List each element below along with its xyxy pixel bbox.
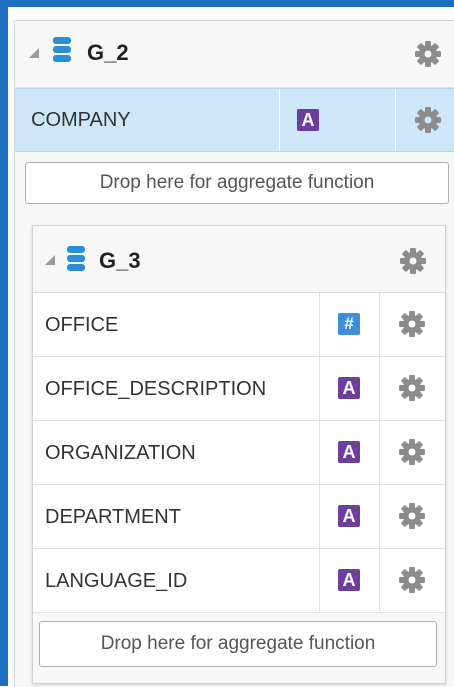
aggregate-drop-zone[interactable]: Drop here for aggregate function: [39, 621, 437, 667]
gear-icon[interactable]: [398, 310, 426, 338]
collapse-triangle-icon[interactable]: [45, 255, 55, 265]
field-row-language-id[interactable]: LANGUAGE_ID A: [33, 549, 445, 613]
gear-icon[interactable]: [398, 374, 426, 402]
gear-icon[interactable]: [414, 106, 442, 134]
field-name: ORGANIZATION: [45, 442, 196, 464]
collapse-triangle-icon[interactable]: [29, 48, 39, 58]
numeric-type-icon: #: [338, 313, 360, 335]
alphanumeric-type-icon: A: [338, 505, 360, 527]
group-header-g2[interactable]: G_2: [15, 21, 454, 88]
column-divider: [319, 357, 320, 420]
field-name: OFFICE: [45, 314, 119, 336]
field-name: OFFICE_DESCRIPTION: [45, 378, 267, 400]
column-divider: [395, 89, 396, 151]
group-title: G_2: [87, 40, 129, 65]
field-name: LANGUAGE_ID: [45, 570, 188, 592]
gear-icon[interactable]: [398, 566, 426, 594]
column-divider: [279, 89, 280, 151]
gear-icon[interactable]: [399, 247, 427, 275]
column-divider: [379, 421, 380, 484]
field-row-organization[interactable]: ORGANIZATION A: [33, 421, 445, 485]
canvas-left-border: [0, 0, 8, 686]
column-divider: [319, 549, 320, 612]
gear-icon[interactable]: [414, 40, 442, 68]
column-divider: [319, 485, 320, 548]
field-row-office-description[interactable]: OFFICE_DESCRIPTION A: [33, 357, 445, 421]
field-row-department[interactable]: DEPARTMENT A: [33, 485, 445, 549]
data-group-panel-g2: G_2 COMPANY A Drop here for aggregate fu…: [14, 20, 454, 687]
field-list: OFFICE # OFFICE_DESCRIPTION A ORGANIZATI…: [33, 293, 445, 613]
gear-icon[interactable]: [398, 502, 426, 530]
aggregate-drop-zone[interactable]: Drop here for aggregate function: [25, 162, 449, 204]
database-icon: [67, 246, 85, 271]
column-divider: [379, 357, 380, 420]
database-icon: [53, 37, 71, 62]
column-divider: [379, 485, 380, 548]
column-divider: [319, 293, 320, 356]
alphanumeric-type-icon: A: [338, 569, 360, 591]
group-header-g3[interactable]: G_3: [33, 226, 445, 293]
field-row-office[interactable]: OFFICE #: [33, 293, 445, 357]
column-divider: [379, 549, 380, 612]
canvas-top-border: [0, 0, 454, 7]
alphanumeric-type-icon: A: [338, 441, 360, 463]
data-group-panel-g3: G_3 OFFICE # OFFICE_DESCRIPTION A ORGANI…: [32, 225, 446, 684]
field-row-company[interactable]: COMPANY A: [15, 88, 454, 152]
group-title: G_3: [99, 248, 141, 273]
column-divider: [379, 293, 380, 356]
alphanumeric-type-icon: A: [338, 377, 360, 399]
field-name: COMPANY: [31, 109, 131, 131]
gear-icon[interactable]: [398, 438, 426, 466]
column-divider: [319, 421, 320, 484]
field-name: DEPARTMENT: [45, 506, 181, 528]
alphanumeric-type-icon: A: [297, 109, 319, 131]
